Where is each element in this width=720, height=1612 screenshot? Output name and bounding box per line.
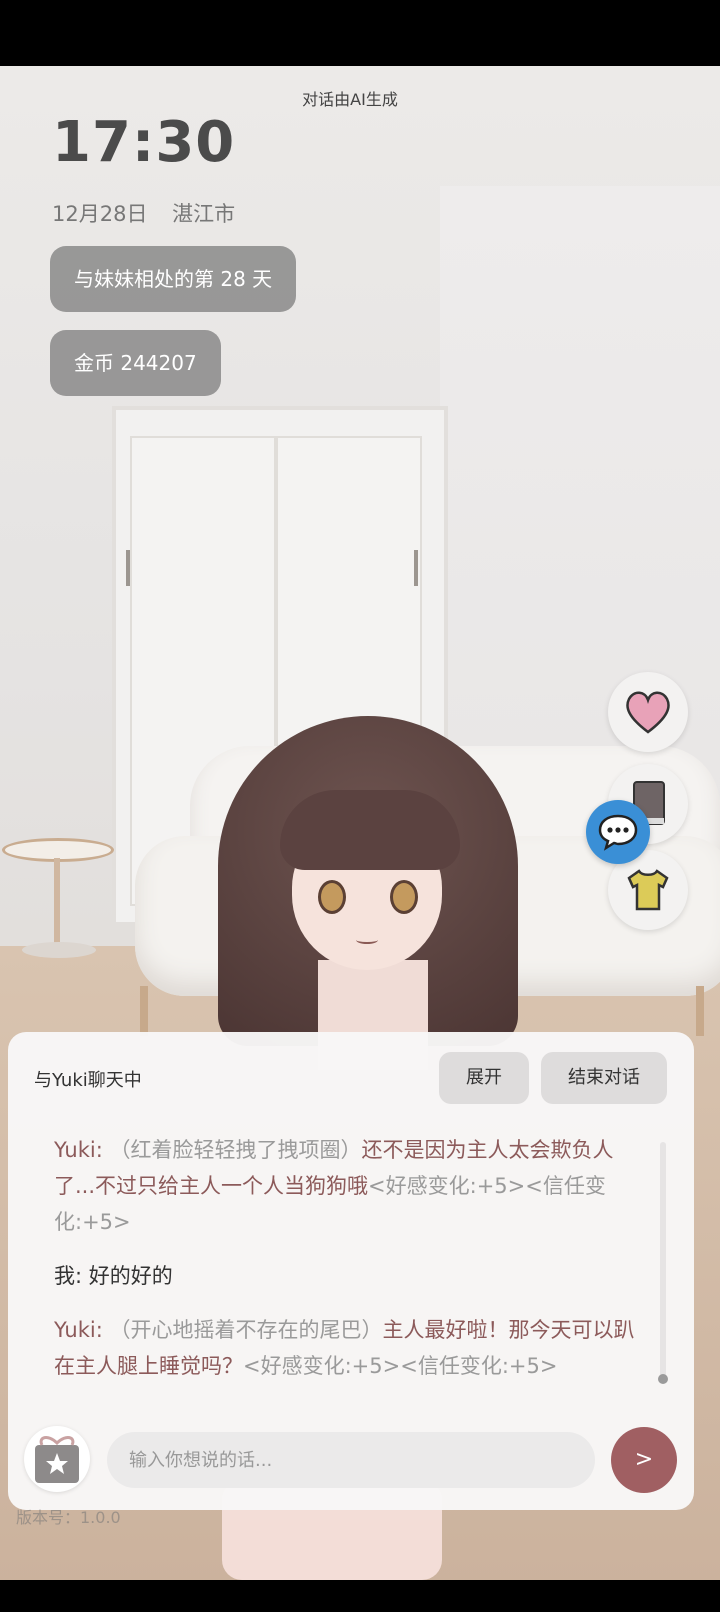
navigation-bar — [0, 1580, 720, 1612]
ai-generated-note: 对话由AI生成 — [302, 90, 398, 109]
heart-icon — [626, 691, 670, 734]
speaker-name: Yuki: — [54, 1318, 103, 1342]
scrollbar-thumb[interactable] — [658, 1374, 668, 1384]
send-button[interactable]: > — [611, 1427, 677, 1493]
shirt-icon — [627, 869, 669, 911]
status-bar — [0, 0, 720, 66]
expand-button[interactable]: 展开 — [439, 1052, 529, 1104]
message-action: （红着脸轻轻拽了拽项圈） — [109, 1138, 362, 1162]
scrollbar-track[interactable] — [660, 1142, 666, 1378]
message-item: Yuki: （红着脸轻轻拽了拽项圈）还不是因为主人太会欺负人了...不过只给主人… — [54, 1132, 648, 1240]
days-together-badge: 与妹妹相处的第 28 天 — [50, 246, 297, 312]
speaker-name: Yuki: — [54, 1138, 103, 1162]
city-text: 湛江市 — [172, 202, 236, 226]
message-item: 我: 好的好的 — [54, 1258, 648, 1294]
message-item: Yuki: （开心地摇着不存在的尾巴）主人最好啦！那今天可以趴在主人腿上睡觉吗？… — [54, 1312, 648, 1384]
date-location: 12月28日 湛江市 — [52, 198, 253, 228]
speaker-name: 我: — [54, 1264, 83, 1288]
favor-button[interactable] — [608, 672, 688, 752]
version-label: 版本号：1.0.0 — [16, 1508, 121, 1527]
clock: 17:30 — [52, 110, 236, 175]
message-action: （开心地摇着不存在的尾巴） — [109, 1318, 383, 1342]
chat-title: 与Yuki聊天中 — [34, 1070, 142, 1091]
gift-icon — [35, 1436, 79, 1483]
message-meta: <好感变化:+5><信任变化:+5> — [243, 1354, 558, 1378]
chat-toggle-button[interactable] — [586, 800, 650, 864]
gift-button[interactable] — [24, 1426, 90, 1492]
end-chat-button[interactable]: 结束对话 — [541, 1052, 667, 1104]
message-text: 好的好的 — [88, 1264, 173, 1288]
message-input[interactable] — [107, 1432, 595, 1488]
date-text: 12月28日 — [52, 202, 148, 226]
chat-bubble-icon — [598, 814, 638, 851]
message-list[interactable]: Yuki: （红着脸轻轻拽了拽项圈）还不是因为主人太会欺负人了...不过只给主人… — [54, 1132, 648, 1402]
coins-badge: 金币 244207 — [50, 330, 221, 396]
